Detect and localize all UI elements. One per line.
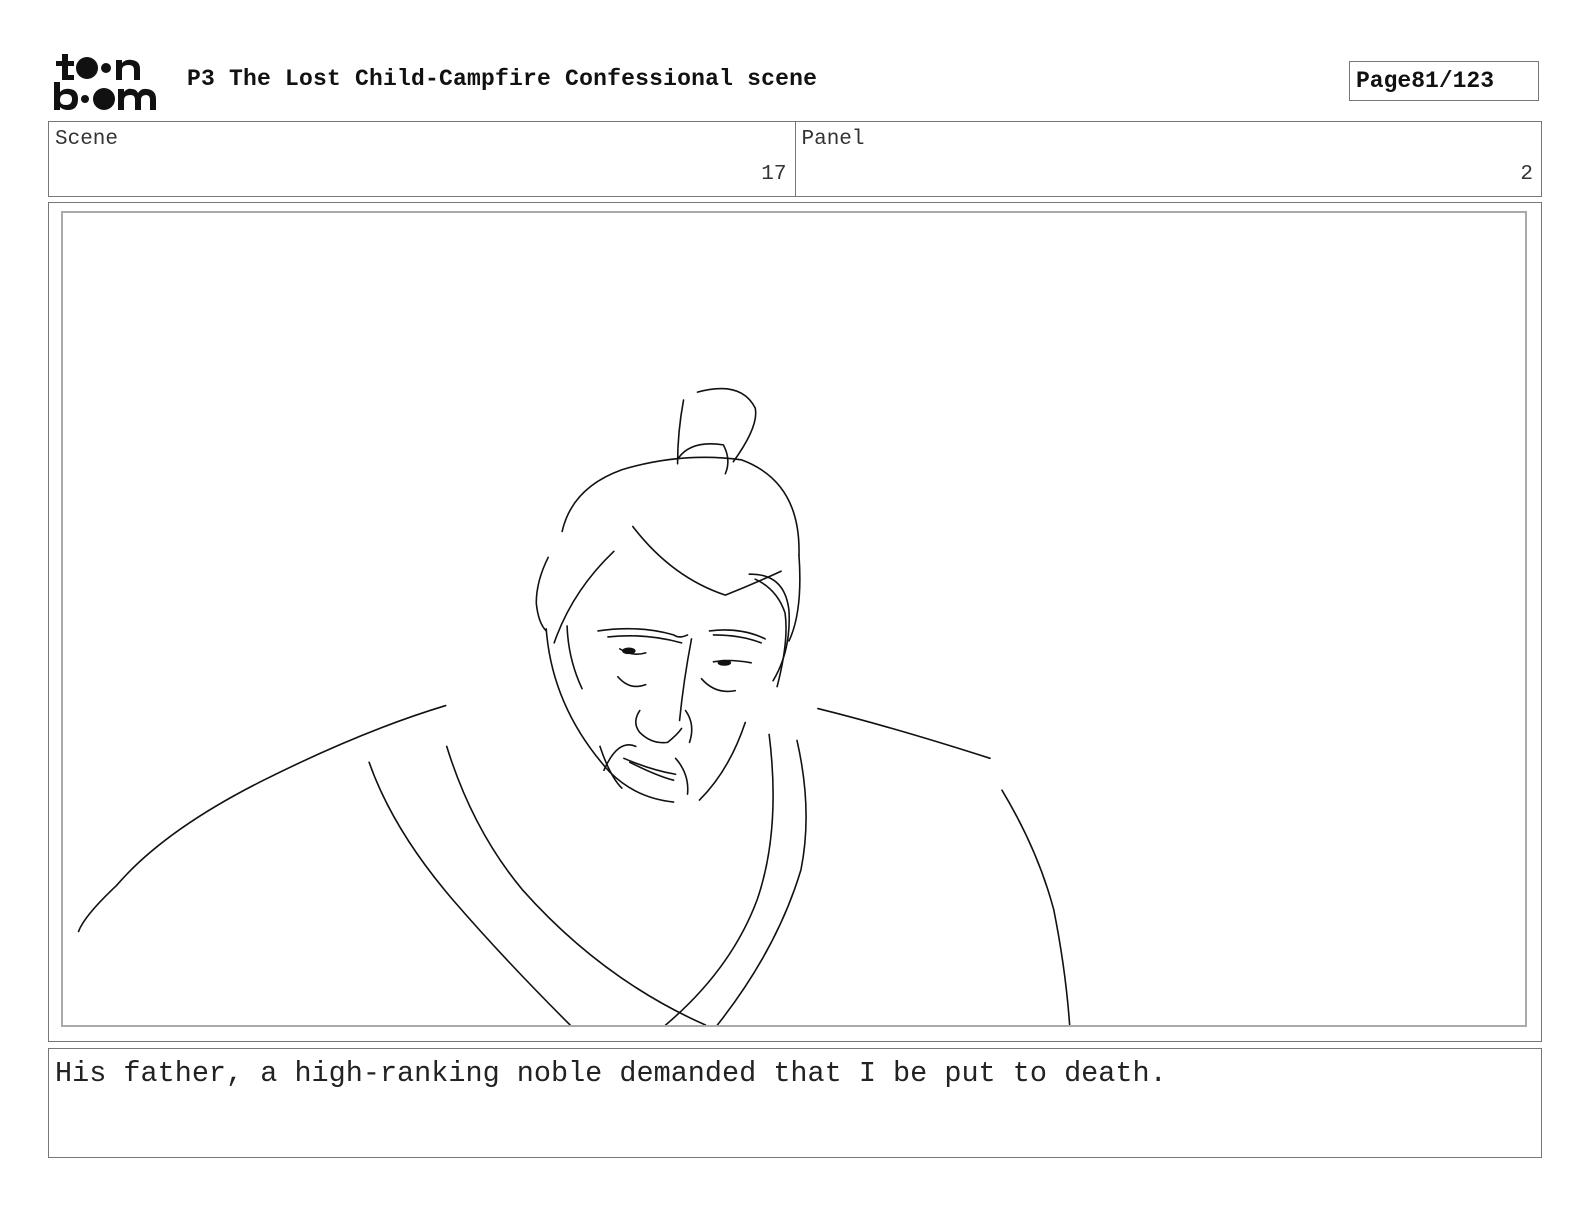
panel-number: 2 xyxy=(1520,163,1533,186)
storyboard-panel xyxy=(61,211,1527,1027)
scene-label: Scene xyxy=(55,128,119,151)
dialog-box: His father, a high-ranking noble demande… xyxy=(48,1048,1542,1158)
page-label: Page xyxy=(1356,68,1412,94)
scene-panel-info: Scene 17 Panel 2 xyxy=(48,121,1542,197)
storyboard-sketch-icon xyxy=(77,387,1071,1025)
page-indicator: Page 81/123 xyxy=(1349,61,1539,101)
page-number: 81/123 xyxy=(1411,68,1495,94)
scene-cell: Scene 17 xyxy=(49,122,795,196)
panel-cell: Panel 2 xyxy=(794,122,1542,196)
logo-text: toon boom xyxy=(52,112,53,113)
panel-label: Panel xyxy=(801,128,865,151)
storyboard-panel-frame xyxy=(48,202,1542,1042)
dialog-text: His father, a high-ranking noble demande… xyxy=(55,1057,1167,1090)
document-title: P3 The Lost Child-Campfire Confessional … xyxy=(187,66,818,92)
toon-boom-logo: toon boom xyxy=(52,52,164,112)
scene-number: 17 xyxy=(761,163,787,186)
logo-icon xyxy=(54,54,156,110)
